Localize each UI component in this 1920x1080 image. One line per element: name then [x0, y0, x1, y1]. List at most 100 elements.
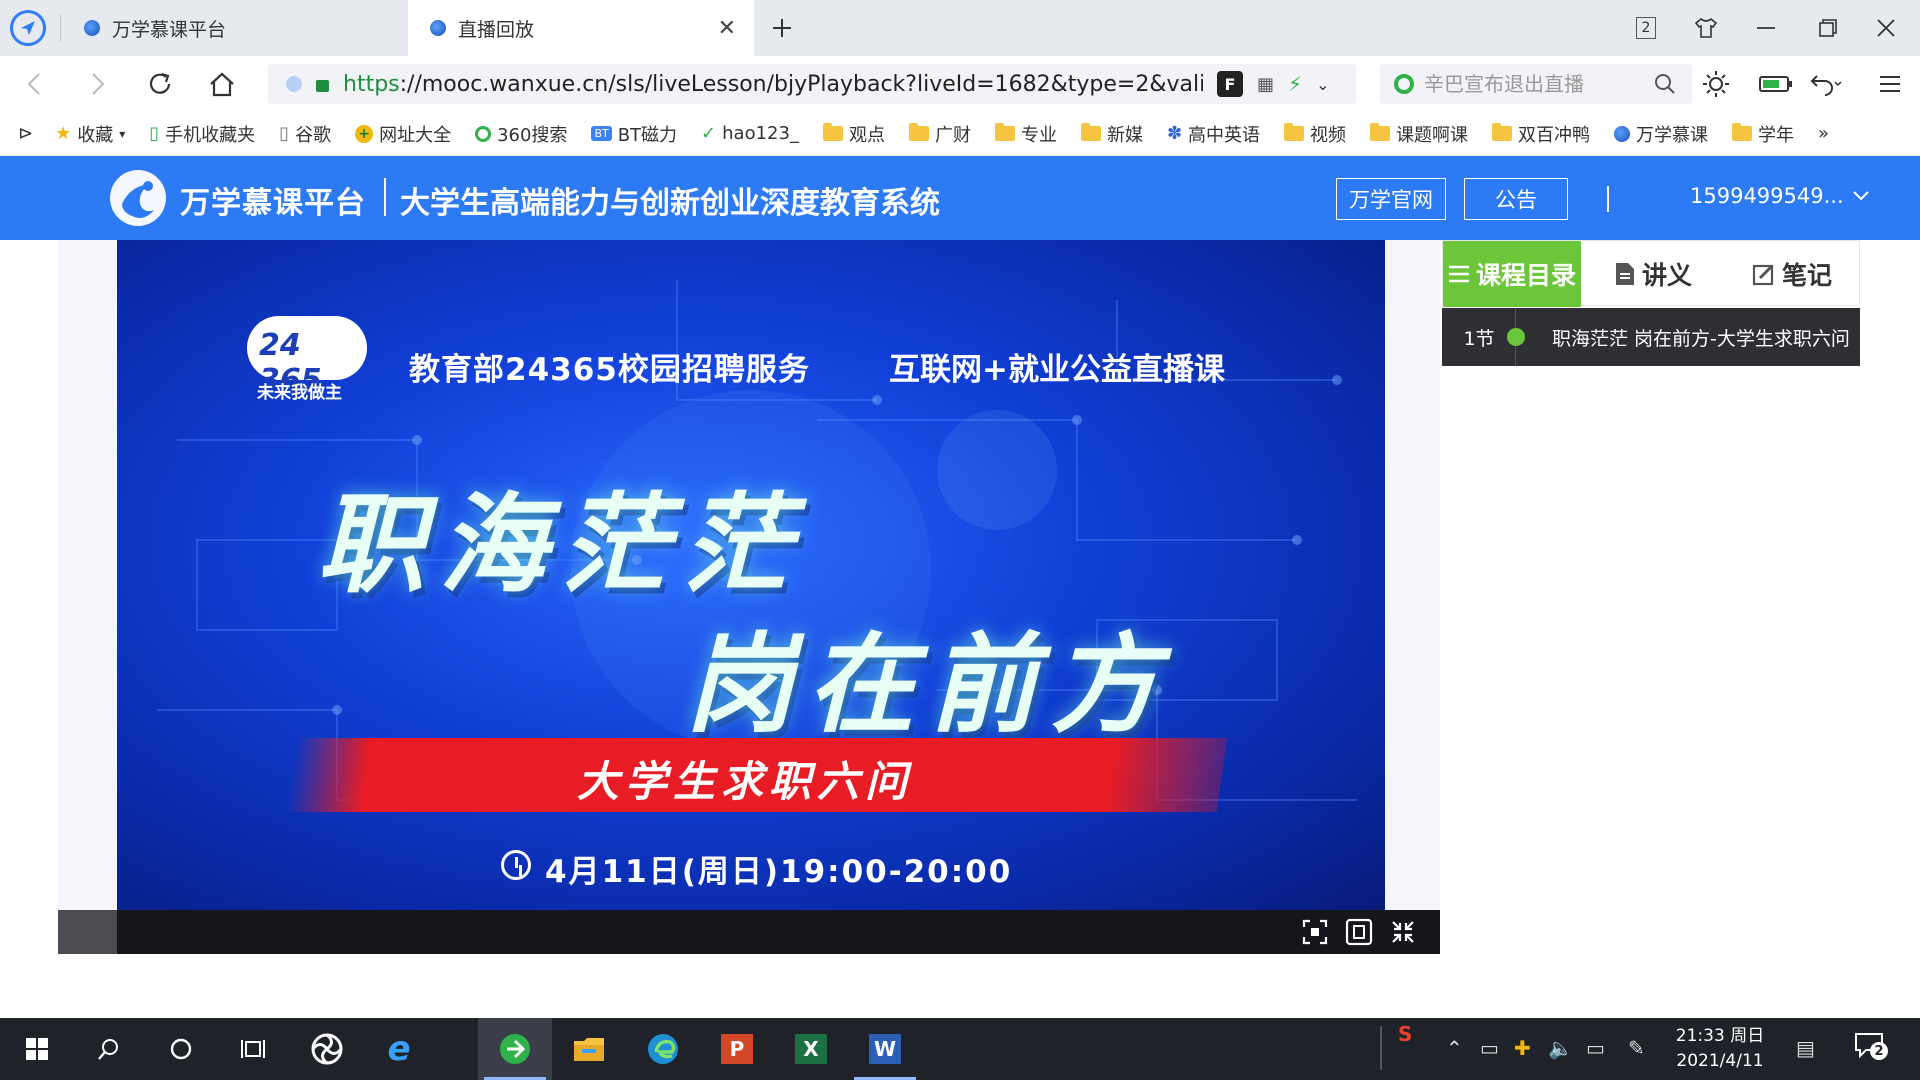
file-explorer-icon[interactable] — [552, 1018, 626, 1080]
speaker-icon[interactable]: 🔈 — [1548, 1036, 1573, 1060]
notice-button[interactable]: 公告 — [1464, 178, 1568, 220]
user-account-label: 1599499549... — [1690, 184, 1844, 208]
bookmark-folder-video[interactable]: 视频 — [1272, 121, 1358, 147]
bookmark-favorites[interactable]: ★ 收藏 ▾ — [43, 121, 137, 147]
site-subtitle: 大学生高端能力与创新创业深度教育系统 — [400, 186, 940, 221]
search-box[interactable] — [1380, 64, 1692, 104]
catalog-item[interactable]: 1节 职海茫茫 岗在前方-大学生求职六问 — [1442, 308, 1860, 366]
screen: 万学慕课平台 直播回放 ✕ 2 https://mooc.wanxue.cn/s… — [0, 0, 1920, 1080]
search-icon — [98, 1039, 118, 1060]
reload-button[interactable] — [140, 66, 180, 102]
browser-logo-icon[interactable] — [10, 10, 46, 46]
side-tabs: 课程目录 讲义 笔记 — [1442, 240, 1861, 307]
chevron-down-icon — [1852, 191, 1869, 201]
minimize-button[interactable] — [1746, 10, 1786, 46]
notification-count-badge: 2 — [1870, 1042, 1888, 1060]
qr-code-icon[interactable]: ▦ — [1257, 74, 1274, 95]
address-row: https://mooc.wanxue.cn/sls/liveLesson/bj… — [0, 56, 1920, 112]
back-button[interactable] — [14, 66, 54, 102]
official-site-button[interactable]: 万学官网 — [1336, 178, 1446, 220]
lightning-icon[interactable]: ⚡ — [1288, 72, 1302, 96]
bookmark-folder-shuangbai[interactable]: 双百冲鸭 — [1480, 121, 1602, 147]
address-bar[interactable]: https://mooc.wanxue.cn/sls/liveLesson/bj… — [268, 64, 1356, 104]
battery-icon[interactable] — [1756, 66, 1796, 102]
windows-icon — [26, 1038, 48, 1060]
extension-icon[interactable]: F — [1217, 71, 1243, 97]
user-menu[interactable]: 1599499549... — [1690, 184, 1870, 208]
task-view-button[interactable] — [216, 1018, 290, 1080]
forward-button[interactable] — [78, 66, 118, 102]
progress-handle[interactable] — [58, 910, 117, 954]
screenshot-icon[interactable] — [1300, 918, 1330, 946]
network-icon[interactable]: ▭ — [1586, 1036, 1605, 1060]
notification-center-button[interactable]: 2 — [1854, 1032, 1888, 1066]
new-tab-button[interactable] — [762, 10, 802, 46]
chevron-up-icon[interactable]: ⌃ — [1446, 1036, 1463, 1060]
video-frame[interactable]: 24 365 未来我做主 教育部24365校园招聘服务 互联网+就业公益直播课 … — [117, 240, 1385, 910]
start-button[interactable] — [0, 1018, 74, 1080]
bookmark-folder-major[interactable]: 专业 — [983, 121, 1069, 147]
ie-browser-icon[interactable]: e — [362, 1018, 436, 1080]
excel-icon[interactable]: X — [774, 1018, 848, 1080]
bookmark-bt[interactable]: BT BT磁力 — [579, 121, 689, 147]
restore-button[interactable] — [1808, 10, 1848, 46]
windows-taskbar: e P X W S ⌃ ▭ ✚ 🔈 ▭ ✎ 21:33 周日 2021/4/11 — [0, 1018, 1920, 1080]
cortana-button[interactable] — [144, 1018, 218, 1080]
browser-tab-bar: 万学慕课平台 直播回放 ✕ 2 — [0, 0, 1920, 56]
edge-browser-icon[interactable] — [626, 1018, 700, 1080]
shirt-icon[interactable] — [1686, 10, 1726, 46]
bookmark-folder-guangcai[interactable]: 广财 — [897, 121, 983, 147]
fullscreen-exit-icon[interactable] — [1388, 918, 1418, 946]
chevron-down-icon[interactable]: ⌄ — [1316, 75, 1329, 94]
site-brand[interactable]: 万学慕课平台 — [180, 178, 366, 222]
bookmarks-more-button[interactable]: » — [1806, 123, 1841, 144]
notes-icon[interactable]: ▤ — [1796, 1036, 1815, 1060]
input-method-icon[interactable]: S — [1398, 1022, 1412, 1046]
tab-count-button[interactable]: 2 — [1626, 10, 1666, 46]
bookmark-mobile[interactable]: ▯ 手机收藏夹 — [137, 121, 267, 147]
tab-notes[interactable]: 笔记 — [1723, 241, 1861, 307]
sun-icon[interactable] — [1696, 66, 1736, 102]
battery-tray-icon[interactable]: ▭ — [1480, 1036, 1499, 1060]
360-browser-taskbar-icon[interactable] — [478, 1018, 552, 1080]
pinwheel-app-icon[interactable] — [290, 1018, 364, 1080]
bookmark-folder-academic-year[interactable]: 学年 — [1720, 121, 1806, 147]
section-number: 1节 — [1463, 327, 1495, 350]
close-window-button[interactable] — [1866, 10, 1906, 46]
bookmark-folder-viewpoint[interactable]: 观点 — [811, 121, 897, 147]
close-tab-icon[interactable]: ✕ — [718, 16, 736, 41]
security-tray-icon[interactable]: ✚ — [1514, 1036, 1531, 1060]
document-icon — [1615, 263, 1634, 285]
web-fullscreen-icon[interactable] — [1344, 918, 1374, 946]
bookmark-wanxue[interactable]: 万学慕课 — [1602, 121, 1720, 147]
url-text[interactable]: https://mooc.wanxue.cn/sls/liveLesson/bj… — [343, 72, 1203, 97]
site-logo-icon[interactable] — [110, 170, 166, 226]
tab-lecture-notes[interactable]: 讲义 — [1583, 241, 1723, 307]
bookmark-url-directory[interactable]: + 网址大全 — [343, 121, 463, 147]
search-input[interactable] — [1424, 72, 1644, 96]
word-icon[interactable]: W — [848, 1018, 922, 1080]
bookmark-hao123[interactable]: ✓ hao123_ — [689, 123, 811, 144]
bookmark-360-search[interactable]: 360搜索 — [463, 121, 579, 147]
taskbar-search-button[interactable] — [72, 1018, 146, 1080]
sidebar-toggle-icon[interactable]: ⊳ — [18, 123, 43, 144]
home-button[interactable] — [202, 66, 242, 102]
search-icon[interactable] — [1654, 73, 1676, 95]
bookmark-high-school-english[interactable]: ✽ 高中英语 — [1155, 121, 1272, 147]
powerpoint-icon[interactable]: P — [700, 1018, 774, 1080]
catalog-item-title: 职海茫茫 岗在前方-大学生求职六问 — [1552, 327, 1850, 350]
clock-time: 21:33 周日 — [1675, 1026, 1765, 1046]
bookmark-google[interactable]: ▯ 谷歌 — [267, 121, 343, 147]
menu-icon[interactable] — [1870, 66, 1910, 102]
tab-course-catalog[interactable]: 课程目录 — [1443, 241, 1581, 307]
player-control-bar — [58, 910, 1440, 954]
caret-down-icon: ▾ — [119, 126, 126, 141]
bookmark-folder-newmedia[interactable]: 新媒 — [1069, 121, 1155, 147]
tab-wanxue[interactable]: 万学慕课平台 — [62, 0, 406, 56]
lock-icon — [316, 80, 329, 92]
tab-playback[interactable]: 直播回放 ✕ — [408, 0, 754, 56]
taskbar-clock[interactable]: 21:33 周日 2021/4/11 — [1665, 1024, 1775, 1074]
undo-icon[interactable] — [1806, 66, 1846, 102]
pen-icon[interactable]: ✎ — [1628, 1036, 1645, 1060]
bookmark-folder-topics[interactable]: 课题啊课 — [1358, 121, 1480, 147]
